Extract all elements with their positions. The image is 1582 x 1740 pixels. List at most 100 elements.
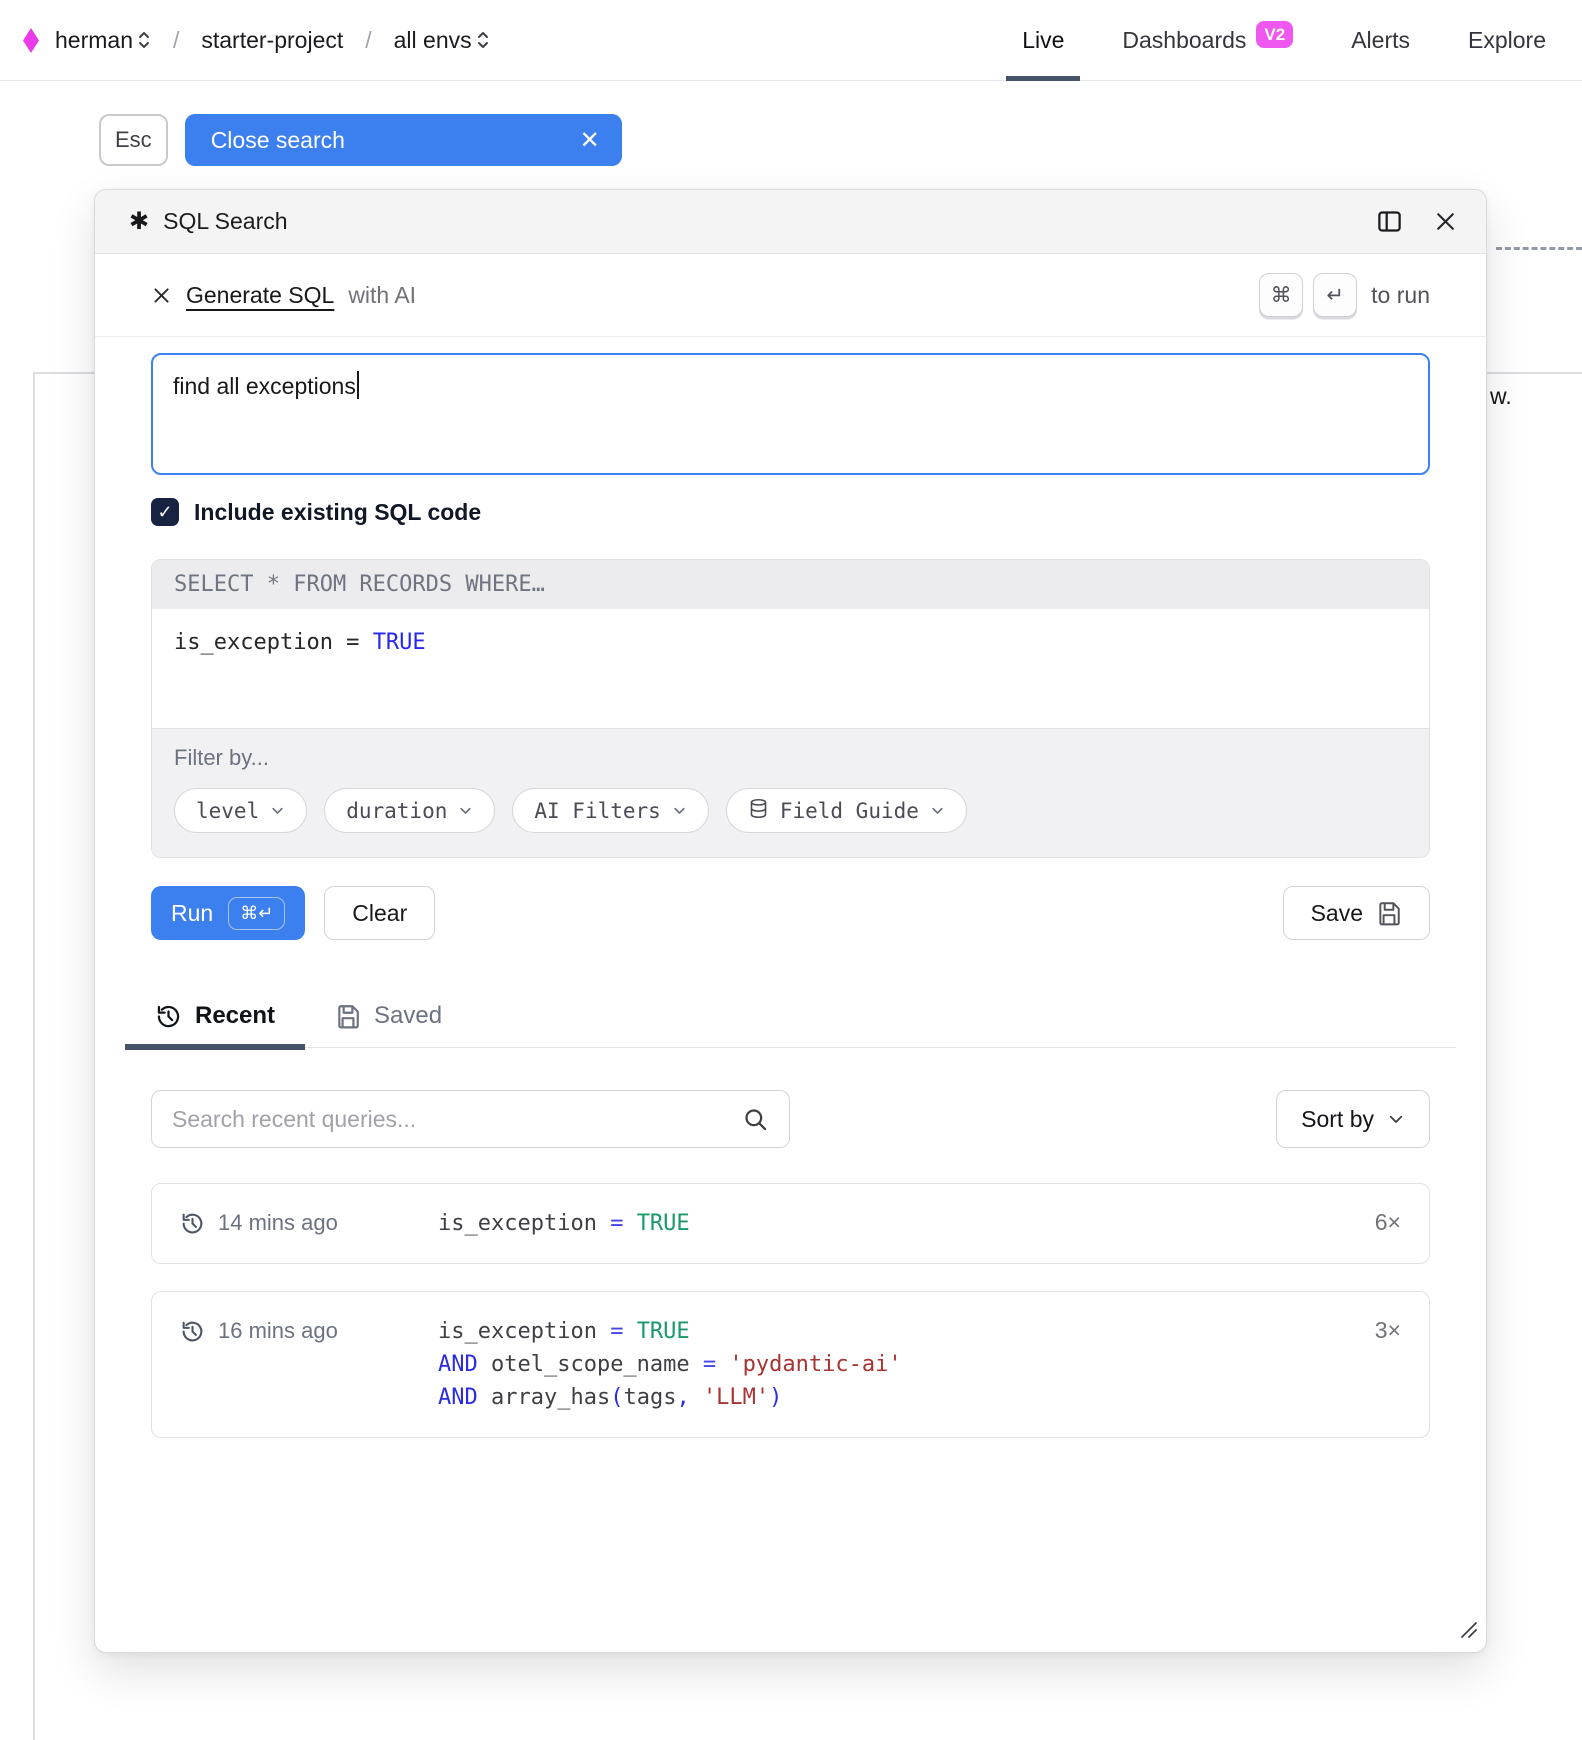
close-search-label: Close search [211, 127, 345, 154]
recent-query-row[interactable]: 16 mins ago is_exception = TRUEAND otel_… [151, 1291, 1430, 1438]
text-caret [357, 371, 359, 399]
checkbox-label: Include existing SQL code [194, 499, 481, 526]
query-timestamp: 14 mins ago [218, 1210, 394, 1236]
filter-chip-label: duration [346, 799, 447, 823]
sql-editor-header: SELECT * FROM RECORDS WHERE… [152, 560, 1429, 609]
sparkle-asterisk-icon: ✱ [129, 210, 149, 234]
modal-title: SQL Search [163, 208, 287, 235]
save-icon [1376, 900, 1402, 926]
cmd-key-icon: ⌘ [1259, 273, 1303, 317]
background-partial-text: w. [1490, 383, 1512, 410]
sort-by-label: Sort by [1301, 1106, 1374, 1133]
database-icon [748, 798, 769, 824]
background-panel-left-border [33, 372, 35, 1740]
app-page: w. herman / starter-project / all envs L… [0, 0, 1582, 1740]
query-sql: is_exception = TRUEAND otel_scope_name =… [438, 1315, 902, 1414]
breadcrumb-org[interactable]: herman [55, 27, 151, 54]
history-tabs: Recent Saved [125, 996, 1456, 1048]
filter-chip-row: level duration AI Filters Field Guide [174, 788, 1407, 833]
close-modal-button[interactable] [1433, 209, 1458, 234]
v2-badge: V2 [1256, 21, 1293, 48]
ai-prompt-input[interactable]: find all exceptions [151, 353, 1430, 475]
chevron-down-icon [672, 803, 687, 818]
chevron-updown-icon [137, 29, 151, 51]
tab-saved[interactable]: Saved [305, 996, 472, 1047]
recent-search-box[interactable] [151, 1090, 790, 1148]
checkbox-checked[interactable]: ✓ [151, 498, 179, 526]
include-sql-checkbox-row[interactable]: ✓ Include existing SQL code [151, 498, 1430, 526]
generate-sql-row: Generate SQL with AI ⌘ ↵ to run [95, 254, 1486, 337]
query-run-count: 6× [1375, 1209, 1401, 1236]
chevron-updown-icon [476, 29, 490, 51]
generate-sql-link[interactable]: Generate SQL [186, 282, 334, 309]
chevron-down-icon [458, 803, 473, 818]
sql-search-modal: ✱ SQL Search Generate SQL with AI ⌘ ↵ [94, 189, 1487, 1653]
background-panel-top-border-right [1487, 372, 1582, 374]
background-panel-top-border-left [33, 372, 94, 374]
clear-button-label: Clear [352, 900, 407, 927]
recent-query-list: 14 mins ago is_exception = TRUE 6× 16 mi… [95, 1183, 1486, 1438]
editor-actions-row: Run ⌘↵ Clear Save [151, 886, 1430, 940]
sql-editor: SELECT * FROM RECORDS WHERE… is_exceptio… [151, 559, 1430, 858]
save-icon [335, 1003, 361, 1029]
breadcrumb-separator: / [173, 27, 179, 54]
filter-section: Filter by... level duration AI Filters [152, 728, 1429, 857]
top-nav: herman / starter-project / all envs Live… [0, 0, 1582, 81]
chevron-down-icon [930, 803, 945, 818]
tab-recent[interactable]: Recent [125, 996, 305, 1047]
nav-tab-explore[interactable]: Explore [1468, 0, 1546, 80]
breadcrumb-separator: / [365, 27, 371, 54]
save-button[interactable]: Save [1283, 886, 1430, 940]
modal-header: ✱ SQL Search [95, 190, 1486, 254]
resize-handle[interactable] [1459, 1620, 1478, 1644]
filter-chip[interactable]: Field Guide [726, 788, 967, 833]
run-button[interactable]: Run ⌘↵ [151, 886, 305, 940]
history-icon [180, 1211, 205, 1236]
logfire-logo-icon [23, 28, 39, 53]
filter-chip[interactable]: AI Filters [512, 788, 708, 833]
nav-tab-label: Live [1022, 27, 1064, 54]
recent-query-row[interactable]: 14 mins ago is_exception = TRUE 6× [151, 1183, 1430, 1264]
run-shortcut-hint: ⌘ ↵ to run [1259, 273, 1430, 317]
nav-tab-dashboards[interactable]: Dashboards V2 [1122, 0, 1293, 80]
query-sql: is_exception = TRUE [438, 1207, 690, 1240]
generate-sql-suffix: with AI [348, 282, 416, 309]
save-button-label: Save [1311, 900, 1363, 927]
tab-saved-label: Saved [374, 1002, 442, 1030]
dismiss-generate-button[interactable] [151, 285, 172, 306]
breadcrumb-project[interactable]: starter-project [201, 27, 343, 54]
esc-key-hint: Esc [99, 114, 168, 166]
nav-tab-label: Alerts [1351, 27, 1410, 54]
nav-tabs: Live Dashboards V2 Alerts Explore [1022, 0, 1546, 80]
nav-tab-label: Explore [1468, 27, 1546, 54]
chevron-down-icon [1387, 1110, 1405, 1128]
history-icon [180, 1319, 205, 1344]
nav-tab-live[interactable]: Live [1022, 0, 1064, 80]
split-panel-button[interactable] [1376, 208, 1403, 235]
nav-tab-label: Dashboards [1122, 27, 1246, 54]
sql-editor-code[interactable]: is_exception = TRUE [152, 609, 1429, 728]
nav-tab-alerts[interactable]: Alerts [1351, 0, 1410, 80]
filter-chip[interactable]: level [174, 788, 307, 833]
filter-chip-label: Field Guide [780, 799, 919, 823]
clear-button[interactable]: Clear [324, 886, 435, 940]
query-run-count: 3× [1375, 1317, 1401, 1344]
breadcrumb: herman / starter-project / all envs [23, 27, 490, 54]
close-search-button[interactable]: Close search ✕ [185, 114, 622, 166]
background-dashed-line [1496, 247, 1582, 250]
recent-search-input[interactable] [172, 1106, 730, 1133]
search-icon [742, 1106, 769, 1133]
env-name: all envs [394, 27, 472, 54]
filter-chip-label: AI Filters [534, 799, 660, 823]
ai-prompt-value: find all exceptions [173, 373, 356, 399]
query-timestamp: 16 mins ago [218, 1318, 394, 1344]
tab-recent-label: Recent [195, 1002, 275, 1030]
run-button-label: Run [171, 900, 213, 927]
enter-key-icon: ↵ [1313, 273, 1357, 317]
breadcrumb-env[interactable]: all envs [394, 27, 490, 54]
org-name: herman [55, 27, 133, 54]
chevron-down-icon [270, 803, 285, 818]
filter-chip[interactable]: duration [324, 788, 495, 833]
recent-toolbar: Sort by [151, 1090, 1430, 1148]
sort-by-button[interactable]: Sort by [1276, 1090, 1430, 1148]
